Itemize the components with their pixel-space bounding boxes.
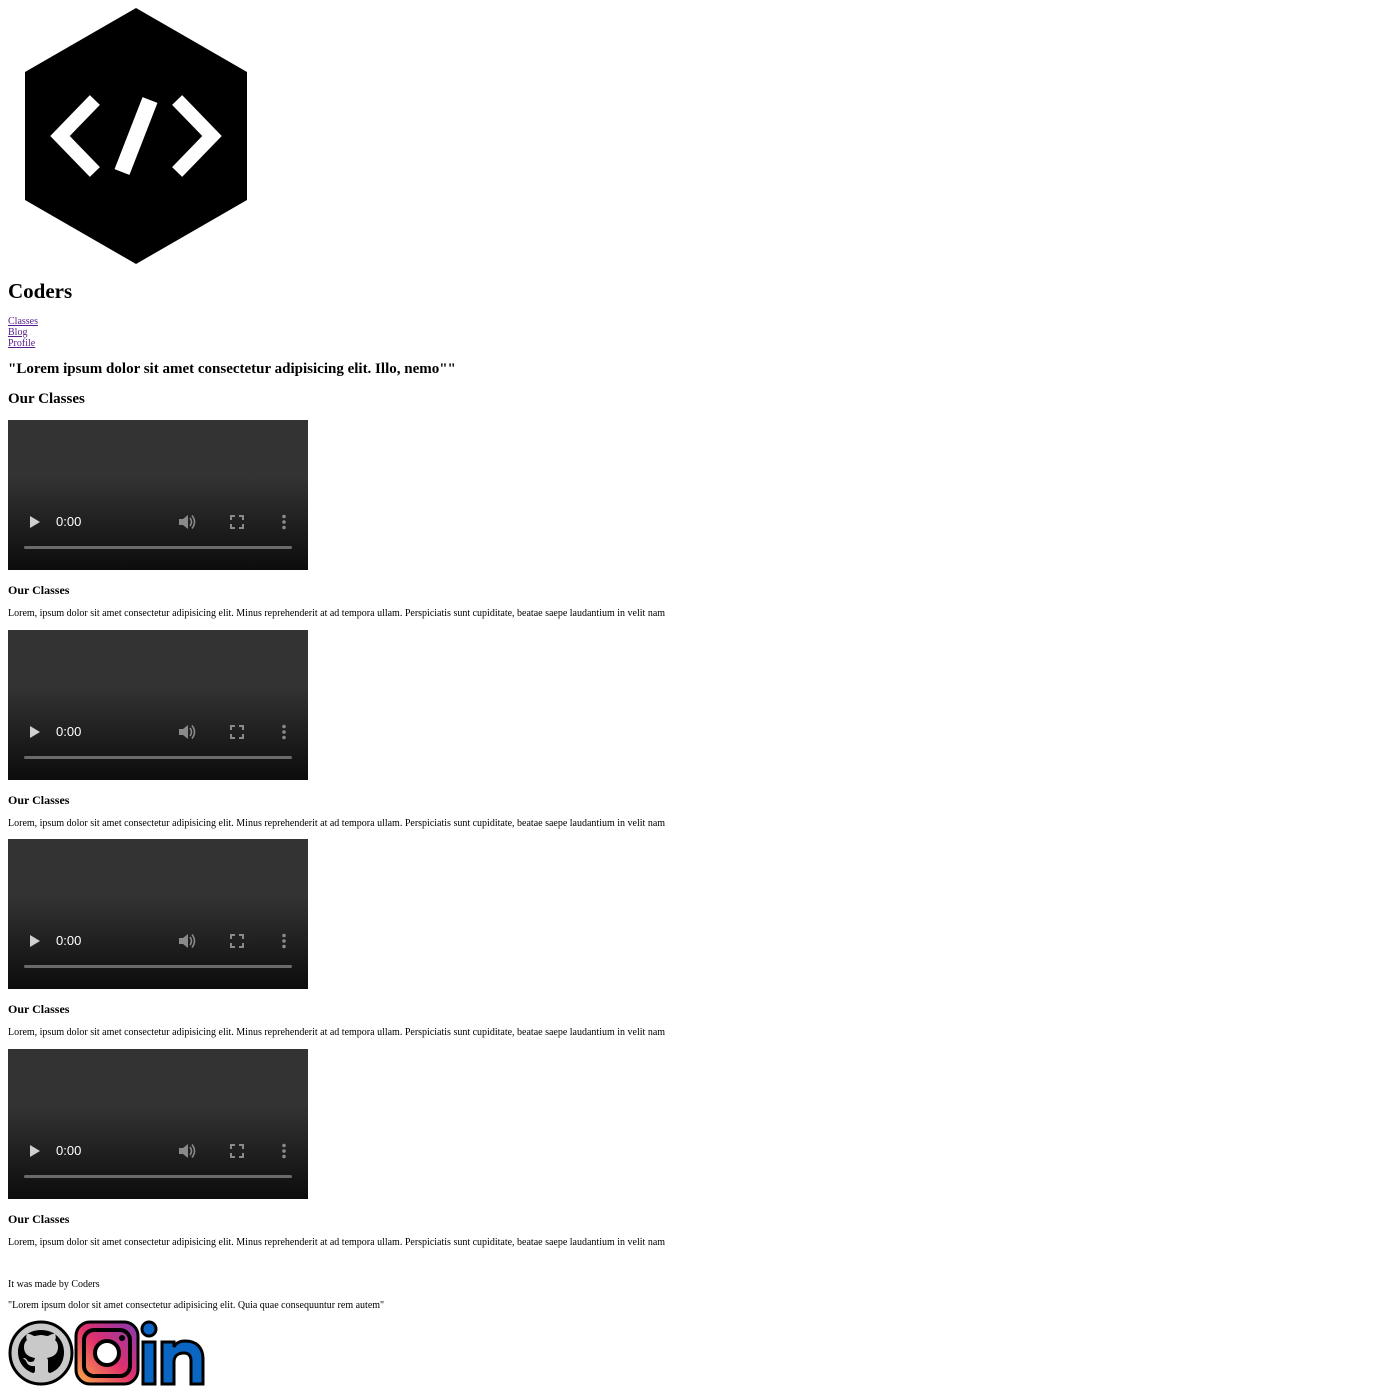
github-icon[interactable]	[8, 1320, 74, 1386]
main-nav: Classes Blog Profile	[8, 316, 38, 349]
video-time: 0:00	[56, 514, 82, 529]
more-options-icon[interactable]	[281, 514, 287, 530]
video-player[interactable]: 0:00	[8, 839, 308, 989]
play-icon[interactable]	[27, 1144, 41, 1158]
video-progress-bar[interactable]	[24, 965, 292, 968]
fullscreen-icon[interactable]	[230, 725, 244, 739]
play-icon[interactable]	[27, 515, 41, 529]
code-hexagon-logo-icon	[25, 8, 247, 264]
fullscreen-icon[interactable]	[230, 934, 244, 948]
video-progress-bar[interactable]	[24, 756, 292, 759]
video-player[interactable]: 0:00	[8, 630, 308, 780]
video-time: 0:00	[56, 1143, 82, 1158]
video-progress-bar[interactable]	[24, 1175, 292, 1178]
play-icon[interactable]	[27, 725, 41, 739]
class-description: Lorem, ipsum dolor sit amet consectetur …	[8, 608, 666, 619]
class-description: Lorem, ipsum dolor sit amet consectetur …	[8, 818, 666, 829]
class-description: Lorem, ipsum dolor sit amet consectetur …	[8, 1027, 666, 1038]
volume-icon[interactable]	[178, 724, 196, 740]
class-title: Our Classes	[8, 1212, 70, 1226]
nav-link-profile[interactable]: Profile	[8, 338, 38, 349]
nav-link-blog[interactable]: Blog	[8, 327, 38, 338]
video-player[interactable]: 0:00	[8, 420, 308, 570]
instagram-icon[interactable]	[74, 1320, 140, 1386]
class-title: Our Classes	[8, 583, 70, 597]
site-title: Coders	[8, 279, 73, 303]
footer-quote: "Lorem ipsum dolor sit amet consectetur …	[8, 1300, 385, 1311]
fullscreen-icon[interactable]	[230, 515, 244, 529]
class-title: Our Classes	[8, 793, 70, 807]
more-options-icon[interactable]	[281, 933, 287, 949]
linkedin-icon[interactable]	[140, 1320, 206, 1386]
nav-link-classes[interactable]: Classes	[8, 316, 38, 327]
more-options-icon[interactable]	[281, 724, 287, 740]
volume-icon[interactable]	[178, 514, 196, 530]
video-time: 0:00	[56, 724, 82, 739]
play-icon[interactable]	[27, 934, 41, 948]
volume-icon[interactable]	[178, 933, 196, 949]
fullscreen-icon[interactable]	[230, 1144, 244, 1158]
class-title: Our Classes	[8, 1002, 70, 1016]
video-player[interactable]: 0:00	[8, 1049, 308, 1199]
footer-made-by: It was made by Coders	[8, 1279, 100, 1290]
section-title-classes: Our Classes	[8, 391, 85, 407]
video-time: 0:00	[56, 933, 82, 948]
video-progress-bar[interactable]	[24, 546, 292, 549]
volume-icon[interactable]	[178, 1143, 196, 1159]
hero-quote: "Lorem ipsum dolor sit amet consectetur …	[8, 361, 456, 377]
class-description: Lorem, ipsum dolor sit amet consectetur …	[8, 1237, 666, 1248]
more-options-icon[interactable]	[281, 1143, 287, 1159]
